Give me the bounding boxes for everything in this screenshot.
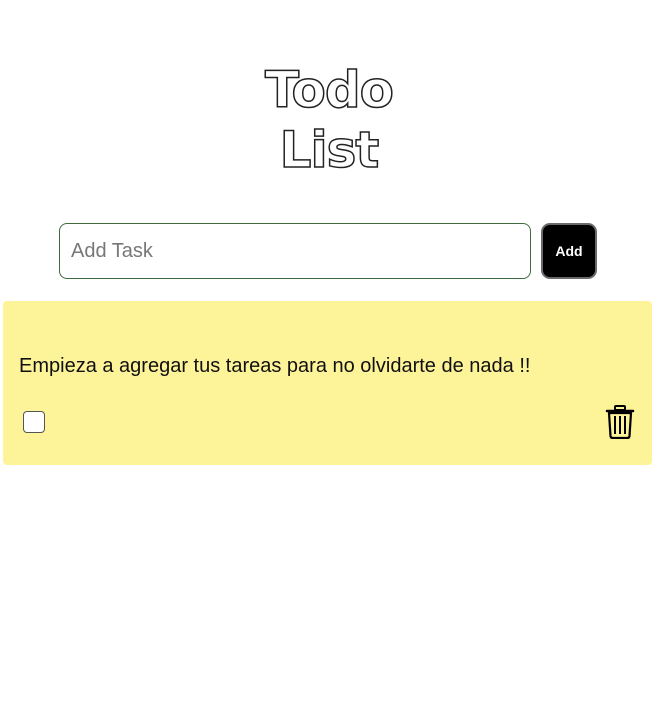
add-task-button[interactable]: Add [541, 223, 597, 279]
add-task-form: Add [59, 223, 599, 279]
task-card: Empieza a agregar tus tareas para no olv… [3, 301, 652, 465]
page-title: Todo List [0, 60, 658, 180]
todo-app: Todo List Add Empieza a agregar tus tare… [0, 0, 658, 705]
page-title-line-2: List [279, 120, 380, 180]
task-text: Empieza a agregar tus tareas para no olv… [19, 355, 531, 377]
trash-icon [605, 405, 635, 439]
task-complete-checkbox[interactable] [23, 411, 45, 433]
add-task-input[interactable] [59, 223, 531, 279]
delete-task-button[interactable] [605, 405, 635, 439]
page-title-line-1: Todo [264, 60, 394, 120]
